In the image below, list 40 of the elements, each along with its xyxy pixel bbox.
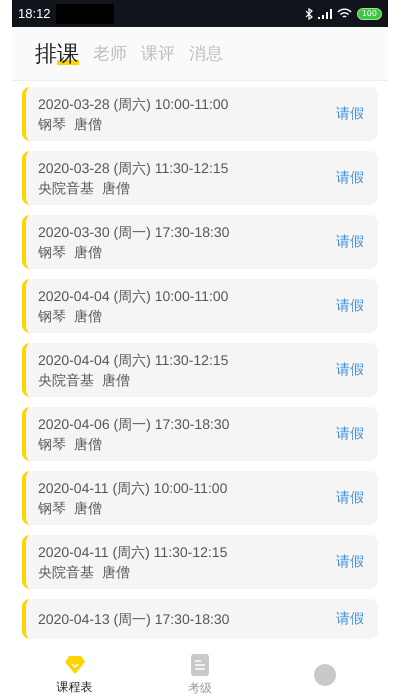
- leave-request-button[interactable]: 请假: [336, 487, 364, 509]
- nav-label[interactable]: 考级: [188, 680, 212, 696]
- lesson-detail: 钢琴 唐僧: [38, 436, 103, 452]
- lesson-detail: 钢琴 唐僧: [38, 244, 103, 260]
- lesson-time: 2020-03-30 (周一) 17:30-18:30: [38, 224, 230, 240]
- status-time: 18:12: [18, 6, 51, 21]
- lesson-time: 2020-03-28 (周六) 11:30-12:15: [38, 160, 230, 176]
- lesson-detail: 央院音基 唐僧: [38, 372, 131, 388]
- diamond-icon[interactable]: [64, 654, 86, 674]
- lesson-detail: 钢琴 唐僧: [38, 500, 103, 516]
- lesson-detail: 央院音基 唐僧: [38, 180, 131, 196]
- tab[interactable]: 消息: [189, 38, 223, 69]
- leave-request-button[interactable]: 请假: [336, 608, 364, 630]
- signal-icon: [318, 8, 332, 18]
- leave-request-button[interactable]: 请假: [336, 103, 364, 125]
- leave-request-button[interactable]: 请假: [336, 295, 364, 317]
- leave-request-button[interactable]: 请假: [336, 551, 364, 573]
- leave-request-button[interactable]: 请假: [336, 167, 364, 189]
- lesson-time: 2020-04-04 (周六) 11:30-12:15: [38, 352, 230, 368]
- lesson-detail: 钢琴 唐僧: [38, 116, 103, 132]
- bluetooth-icon: [304, 8, 313, 20]
- document-icon[interactable]: [190, 654, 209, 676]
- circle-icon[interactable]: [314, 664, 336, 686]
- battery-indicator: 100: [356, 8, 382, 20]
- redaction-block: [56, 4, 114, 24]
- lesson-time: 2020-04-04 (周六) 10:00-11:00: [38, 288, 230, 304]
- tab[interactable]: 课评: [141, 38, 175, 69]
- lesson-detail: 央院音基 唐僧: [38, 564, 131, 580]
- lesson-time: 2020-04-06 (周一) 17:30-18:30: [38, 416, 230, 432]
- lesson-time: 2020-04-11 (周六) 10:00-11:00: [38, 480, 228, 496]
- lesson-time: 2020-04-13 (周一) 17:30-18:30: [38, 611, 230, 627]
- nav-label[interactable]: 课程表: [56, 678, 93, 696]
- lesson-time: 2020-03-28 (周六) 10:00-11:00: [38, 96, 230, 112]
- tab[interactable]: 老师: [93, 38, 127, 69]
- leave-request-button[interactable]: 请假: [336, 231, 364, 253]
- leave-request-button[interactable]: 请假: [336, 359, 364, 381]
- wifi-icon: [336, 8, 352, 19]
- leave-request-button[interactable]: 请假: [336, 423, 364, 445]
- lesson-detail: 钢琴 唐僧: [38, 308, 103, 324]
- lesson-time: 2020-04-11 (周六) 11:30-12:15: [38, 544, 228, 560]
